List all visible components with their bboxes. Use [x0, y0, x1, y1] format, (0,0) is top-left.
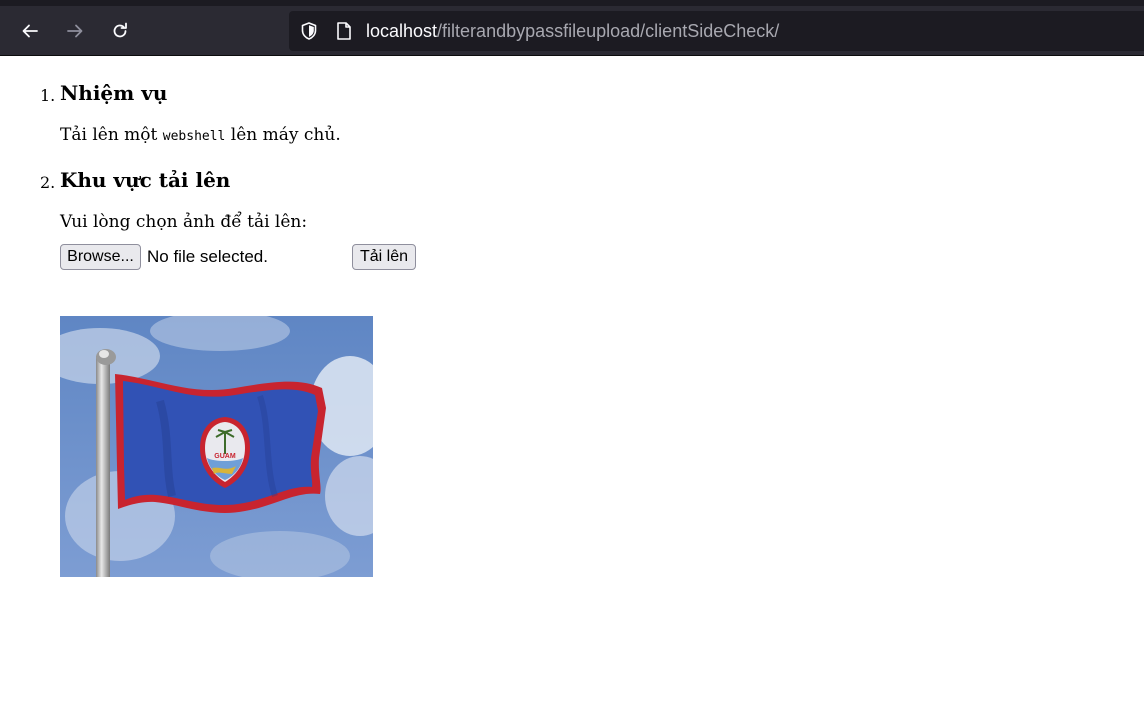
upload-prompt: Vui lòng chọn ảnh để tải lên:	[60, 212, 308, 232]
browser-toolbar: localhost/filterandbypassfileupload/clie…	[0, 0, 1144, 56]
section-heading: Nhiệm vụ	[60, 81, 168, 105]
page-icon[interactable]	[335, 21, 353, 41]
section-upload: 2. Khu vực tải lên Vui lòng chọn ảnh để …	[40, 145, 1144, 272]
forward-button[interactable]	[59, 15, 91, 47]
section-task: 1. Nhiệm vụ Tải lên một webshell lên máy…	[40, 56, 1144, 145]
task-code: webshell	[162, 129, 226, 144]
reload-button[interactable]	[104, 15, 136, 47]
task-text-after: lên máy chủ.	[225, 125, 341, 145]
section-number: 2.	[40, 173, 56, 192]
flag-image: GUAM	[60, 316, 373, 577]
section-heading: Khu vực tải lên	[60, 168, 231, 192]
upload-form: Browse... No file selected. Tải lên	[60, 244, 460, 272]
section-number: 1.	[40, 86, 56, 105]
shield-icon[interactable]	[299, 21, 319, 41]
seal-text: GUAM	[214, 453, 236, 460]
browse-button[interactable]: Browse...	[60, 244, 141, 270]
back-button[interactable]	[14, 15, 46, 47]
upload-submit-button[interactable]: Tải lên	[352, 244, 416, 270]
forward-arrow-icon	[67, 24, 83, 38]
uploaded-image-preview: GUAM	[60, 316, 373, 577]
url-bar[interactable]: localhost/filterandbypassfileupload/clie…	[289, 11, 1144, 51]
file-status: No file selected.	[147, 247, 268, 266]
task-description: Tải lên một webshell lên máy chủ.	[60, 125, 1144, 145]
task-text-before: Tải lên một	[60, 125, 163, 145]
url-host: localhost	[366, 21, 438, 41]
section-list: 1. Nhiệm vụ Tải lên một webshell lên máy…	[0, 56, 1144, 272]
url-text[interactable]: localhost/filterandbypassfileupload/clie…	[366, 11, 779, 51]
page-content: 1. Nhiệm vụ Tải lên một webshell lên máy…	[0, 56, 1144, 720]
back-arrow-icon	[22, 24, 38, 38]
url-path: /filterandbypassfileupload/clientSideChe…	[437, 21, 780, 41]
reload-icon	[113, 22, 127, 38]
